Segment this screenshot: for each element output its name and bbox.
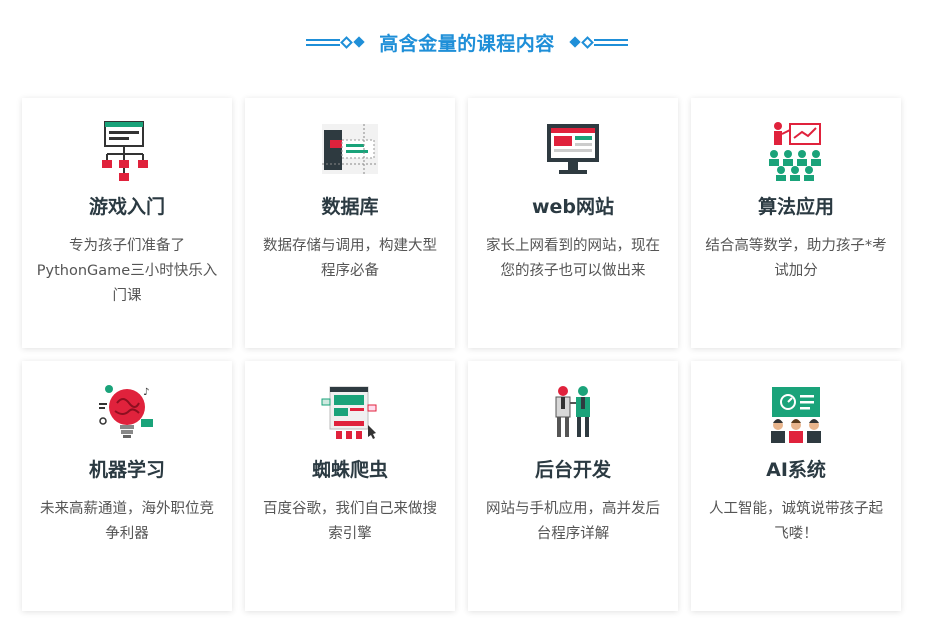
svg-text:♪: ♪ xyxy=(143,387,149,398)
course-title: 蜘蛛爬虫 xyxy=(311,459,388,481)
team-developers-icon xyxy=(555,386,590,437)
course-title: 游戏入门 xyxy=(88,196,165,218)
course-card-web[interactable]: web网站 家长上网看到的网站，现在您的孩子也可以做出来 xyxy=(468,98,678,348)
course-card-game[interactable]: 游戏入门 专为孩子们准备了PythonGame三小时快乐入门课 xyxy=(22,98,232,348)
course-description: 人工智能，诚筑说带孩子起飞喽！ xyxy=(709,501,883,542)
course-description: 数据存储与调用，构建大型程序必备 xyxy=(263,238,437,279)
web-crawler-icon xyxy=(321,386,377,439)
brain-bulb-icon: ♪ xyxy=(99,385,153,438)
course-title: 机器学习 xyxy=(88,459,165,481)
course-card-machine-learning[interactable]: ♪ 机器学习 未来高薪通道，海外职位竞争利器 xyxy=(22,361,232,611)
course-grid: 游戏入门 专为孩子们准备了PythonGame三小时快乐入门课 数据库 数据存储… xyxy=(22,98,901,611)
section-title: 高含金量的课程内容 xyxy=(379,32,555,55)
course-description: 家长上网看到的网站，现在您的孩子也可以做出来 xyxy=(486,238,660,279)
game-flowchart-icon xyxy=(102,121,148,181)
course-description: 网站与手机应用，高并发后台程序详解 xyxy=(486,501,660,542)
course-card-backend[interactable]: 后台开发 网站与手机应用，高并发后台程序详解 xyxy=(468,361,678,611)
course-card-database[interactable]: 数据库 数据存储与调用，构建大型程序必备 xyxy=(245,98,455,348)
course-description: 未来高薪通道，海外职位竞争利器 xyxy=(40,501,214,542)
section-header: 高含金量的课程内容 xyxy=(0,26,934,58)
website-monitor-icon xyxy=(547,124,599,174)
course-title: 算法应用 xyxy=(757,196,834,218)
course-card-crawler[interactable]: 蜘蛛爬虫 百度谷歌，我们自己来做搜索引擎 xyxy=(245,361,455,611)
database-blueprint-icon xyxy=(322,124,378,174)
course-description: 百度谷歌，我们自己来做搜索引擎 xyxy=(263,501,437,542)
course-description: 专为孩子们准备了PythonGame三小时快乐入门课 xyxy=(36,238,218,304)
course-title: 后台开发 xyxy=(534,459,611,481)
presentation-classroom-icon xyxy=(769,122,821,181)
header-left-ornament xyxy=(306,35,365,49)
course-card-ai[interactable]: AI系统 人工智能，诚筑说带孩子起飞喽！ xyxy=(691,361,901,611)
course-card-algorithm[interactable]: 算法应用 结合高等数学，助力孩子*考试加分 xyxy=(691,98,901,348)
course-title: AI系统 xyxy=(766,459,826,481)
course-title: 数据库 xyxy=(321,196,379,218)
header-right-ornament xyxy=(569,35,628,49)
ai-screen-audience-icon xyxy=(771,387,821,443)
course-description: 结合高等数学，助力孩子*考试加分 xyxy=(705,238,887,279)
course-title: web网站 xyxy=(531,196,615,218)
